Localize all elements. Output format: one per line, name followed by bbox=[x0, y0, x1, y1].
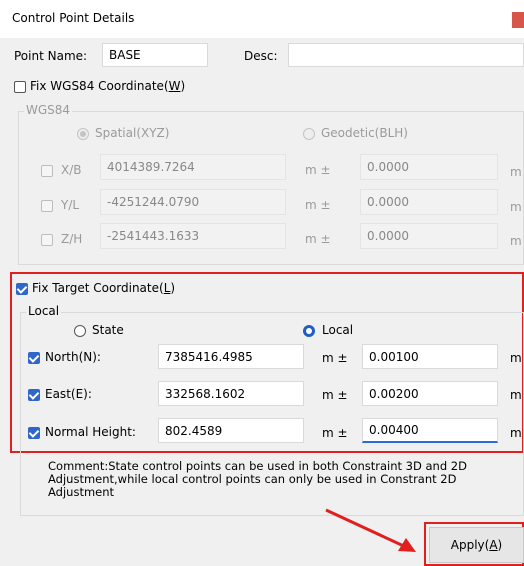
fix-target-label[interactable]: Fix Target Coordinate(L) bbox=[32, 281, 175, 295]
geodetic-label: Geodetic(BLH) bbox=[321, 126, 408, 140]
local-group-title: Local bbox=[26, 304, 62, 318]
fix-wgs84-label[interactable]: Fix WGS84 Coordinate(W) bbox=[30, 79, 185, 93]
xb-precision-input[interactable]: 0.0000 bbox=[360, 154, 498, 180]
state-radio[interactable] bbox=[74, 325, 86, 337]
north-precision-input[interactable]: 0.00100 bbox=[362, 344, 498, 369]
height-unit2: m bbox=[510, 426, 522, 440]
north-unit: m ± bbox=[322, 351, 348, 365]
comment-label: Comment: bbox=[48, 459, 109, 473]
yl-unit: m ± bbox=[305, 198, 331, 212]
spatial-label: Spatial(XYZ) bbox=[95, 126, 170, 140]
point-name-label: Point Name: bbox=[14, 49, 88, 63]
yl-label: Y/L bbox=[61, 198, 80, 212]
wgs84-group-title: WGS84 bbox=[24, 103, 73, 117]
height-checkbox[interactable] bbox=[28, 427, 40, 439]
comment-body: State control points can be used in both… bbox=[48, 459, 467, 499]
zh-unit: m ± bbox=[305, 232, 331, 246]
north-input[interactable]: 7385416.4985 bbox=[158, 344, 304, 369]
geodetic-radio[interactable] bbox=[303, 128, 315, 140]
fix-wgs84-checkbox[interactable] bbox=[14, 81, 26, 93]
fix-target-checkbox[interactable] bbox=[16, 283, 28, 295]
east-unit: m ± bbox=[322, 388, 348, 402]
east-input[interactable]: 332568.1602 bbox=[158, 381, 304, 406]
zh-checkbox[interactable] bbox=[41, 234, 53, 246]
xb-unit: m ± bbox=[305, 163, 331, 177]
xb-label: X/B bbox=[61, 163, 82, 177]
local-radio[interactable] bbox=[303, 325, 315, 337]
xb-input[interactable]: 4014389.7264 bbox=[100, 154, 286, 180]
north-checkbox[interactable] bbox=[28, 352, 40, 364]
red-arrow-icon bbox=[325, 508, 416, 552]
close-icon[interactable] bbox=[512, 12, 524, 28]
yl-checkbox[interactable] bbox=[41, 200, 53, 212]
comment-text: Comment:State control points can be used… bbox=[48, 460, 508, 499]
yl-precision-input[interactable]: 0.0000 bbox=[360, 189, 498, 215]
east-checkbox[interactable] bbox=[28, 389, 40, 401]
spatial-radio[interactable] bbox=[77, 128, 89, 140]
height-precision-input[interactable]: 0.00400 bbox=[362, 418, 498, 443]
state-label: State bbox=[92, 323, 124, 337]
zh-precision-input[interactable]: 0.0000 bbox=[360, 223, 498, 249]
height-label: Normal Height: bbox=[45, 425, 136, 439]
east-label: East(E): bbox=[45, 387, 92, 401]
local-label: Local bbox=[322, 323, 354, 337]
desc-input[interactable] bbox=[288, 43, 524, 67]
height-input[interactable]: 802.4589 bbox=[158, 418, 304, 443]
height-unit: m ± bbox=[322, 426, 348, 440]
xb-unit2: m bbox=[510, 165, 522, 179]
xb-checkbox[interactable] bbox=[41, 165, 53, 177]
zh-input[interactable]: -2541443.1633 bbox=[100, 223, 286, 249]
north-label: North(N): bbox=[45, 350, 101, 364]
zh-unit2: m bbox=[510, 234, 522, 248]
yl-unit2: m bbox=[510, 200, 522, 214]
window-title: Control Point Details bbox=[12, 11, 135, 25]
zh-label: Z/H bbox=[61, 232, 83, 246]
apply-button[interactable]: Apply(A) bbox=[429, 527, 524, 563]
east-precision-input[interactable]: 0.00200 bbox=[362, 381, 498, 406]
north-unit2: m bbox=[510, 351, 522, 365]
point-name-input[interactable]: BASE bbox=[102, 43, 208, 67]
yl-input[interactable]: -4251244.0790 bbox=[100, 189, 286, 215]
east-unit2: m bbox=[510, 388, 522, 402]
desc-label: Desc: bbox=[244, 49, 278, 63]
